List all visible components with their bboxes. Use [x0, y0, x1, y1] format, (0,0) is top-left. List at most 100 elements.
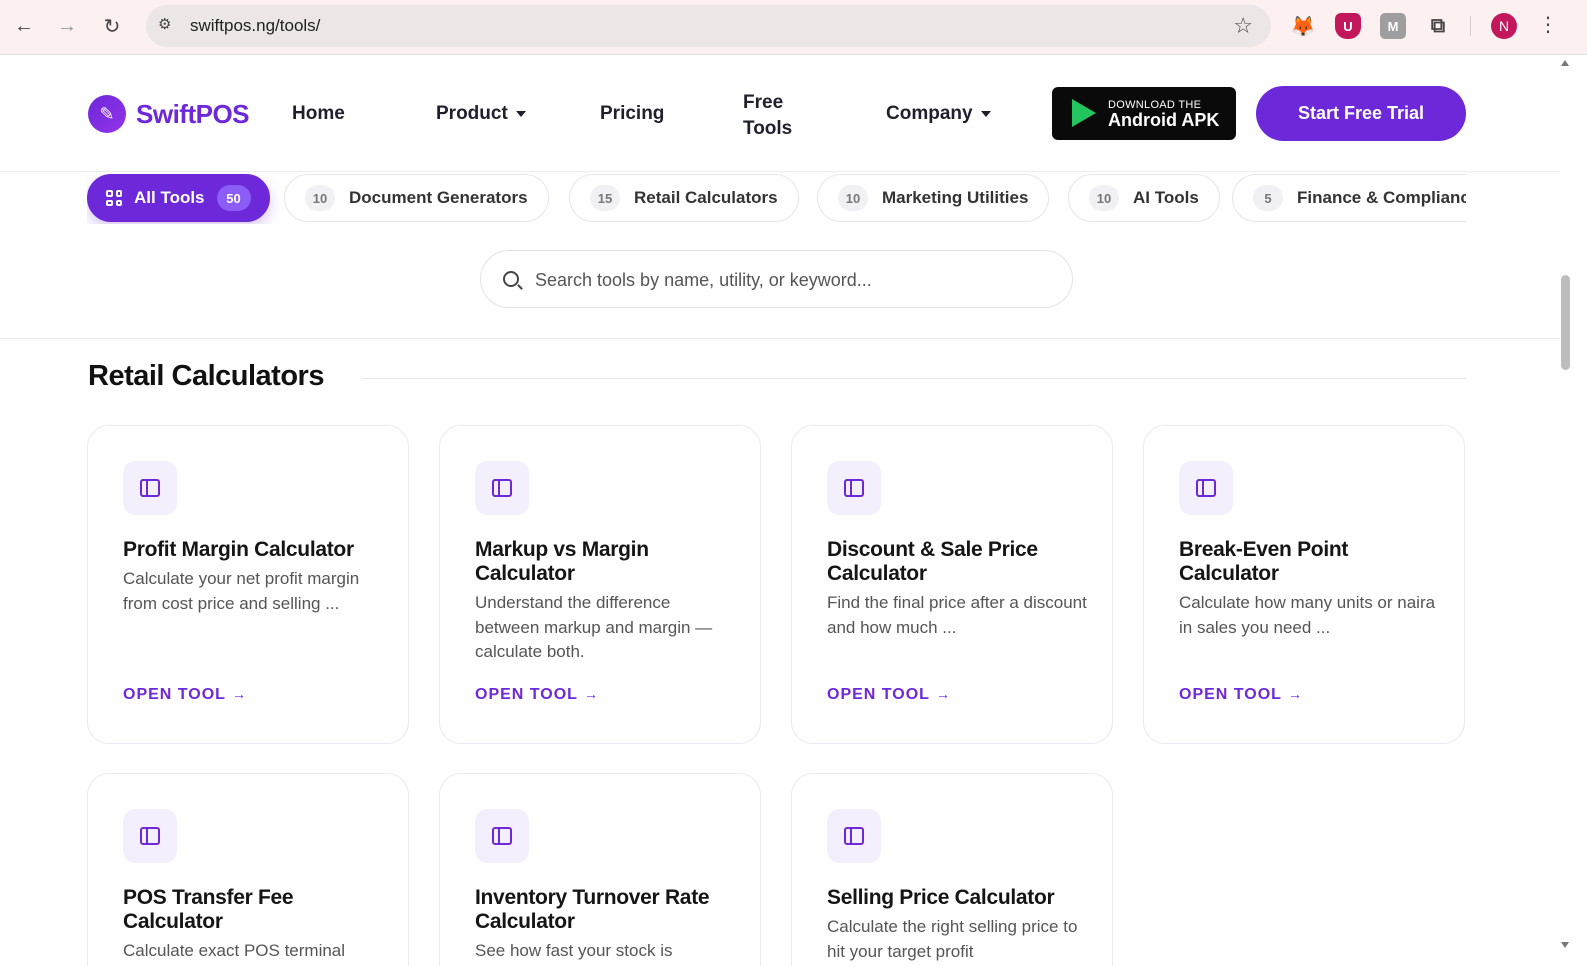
page-scrollbar[interactable]: [1560, 56, 1587, 966]
scrollbar-thumb[interactable]: [1561, 275, 1570, 370]
section-title: Retail Calculators: [88, 360, 324, 392]
filter-ai-tools[interactable]: 10 AI Tools: [1068, 174, 1220, 222]
open-tool-link[interactable]: OPEN TOOL →: [475, 686, 599, 704]
section-rule: [362, 378, 1466, 379]
tool-card[interactable]: Markup vs Margin Calculator Understand t…: [439, 425, 761, 744]
url-text[interactable]: swiftpos.ng/tools/: [190, 16, 320, 36]
tool-description: See how fast your stock is: [475, 941, 673, 960]
search-input[interactable]: [535, 265, 1055, 295]
filter-label: Document Generators: [349, 188, 528, 207]
filter-count: 10: [305, 185, 335, 211]
site-logo[interactable]: ✎ SwiftPOS: [88, 95, 250, 133]
tool-icon: [123, 809, 177, 863]
filter-count: 15: [590, 185, 620, 211]
back-arrow-icon[interactable]: ←: [9, 11, 39, 41]
tool-title: Selling Price Calculator: [827, 886, 1055, 909]
filter-retail-calculators[interactable]: 15 Retail Calculators: [569, 174, 799, 222]
m-extension-icon[interactable]: M: [1380, 13, 1406, 39]
sidebar-panel-icon: [140, 827, 160, 845]
category-filters: All Tools 50 10 Document Generators 15 R…: [87, 174, 1466, 224]
open-tool-label: OPEN TOOL: [1179, 686, 1282, 703]
tool-title: Break-Even Point Calculator: [1179, 538, 1349, 585]
open-tool-label: OPEN TOOL: [475, 686, 578, 703]
start-free-trial-button[interactable]: Start Free Trial: [1256, 86, 1466, 141]
tool-card[interactable]: Profit Margin Calculator Calculate your …: [87, 425, 409, 744]
filter-count: 10: [1089, 185, 1119, 211]
scroll-up-arrow-icon[interactable]: [1561, 60, 1569, 66]
nav-free-tools-line1: Free: [743, 92, 784, 113]
sidebar-panel-icon: [492, 827, 512, 845]
filter-count: 5: [1253, 185, 1283, 211]
filter-label: AI Tools: [1133, 188, 1199, 207]
tool-description: Calculate your net profit margin from co…: [123, 569, 360, 613]
filter-count: 50: [216, 185, 251, 211]
profile-avatar[interactable]: N: [1491, 13, 1517, 39]
nav-company-label: Company: [886, 103, 973, 124]
tool-card[interactable]: Inventory Turnover Rate Calculator See h…: [439, 773, 761, 966]
tool-title: POS Transfer Fee Calculator: [123, 886, 294, 933]
open-tool-link[interactable]: OPEN TOOL →: [827, 686, 951, 704]
sidebar-panel-icon: [492, 479, 512, 497]
nav-free-tools-line2: Tools: [743, 118, 793, 139]
header-divider: [0, 338, 1560, 339]
filter-marketing-utilities[interactable]: 10 Marketing Utilities: [817, 174, 1050, 222]
nav-company[interactable]: Company: [886, 103, 991, 125]
tool-description: Understand the difference between markup…: [475, 593, 713, 661]
filter-label: All Tools: [134, 188, 205, 207]
ublock-extension-icon[interactable]: U: [1335, 13, 1361, 39]
address-bar[interactable]: ⚙ swiftpos.ng/tools/ ☆: [146, 5, 1271, 47]
tool-card[interactable]: Break-Even Point Calculator Calculate ho…: [1143, 425, 1465, 744]
chevron-down-icon: [980, 110, 991, 117]
toolbar-separator: [1470, 16, 1471, 36]
tool-card[interactable]: POS Transfer Fee Calculator Calculate ex…: [87, 773, 409, 966]
tool-icon: [475, 461, 529, 515]
filter-label: Marketing Utilities: [882, 188, 1029, 207]
logo-text: SwiftPOS: [136, 98, 250, 129]
sidebar-panel-icon: [844, 827, 864, 845]
open-tool-link[interactable]: OPEN TOOL →: [123, 686, 247, 704]
site-info-icon[interactable]: ⚙: [158, 15, 180, 37]
sidebar-panel-icon: [844, 479, 864, 497]
puzzle-extensions-icon[interactable]: ⧉: [1425, 13, 1451, 39]
tool-description: Calculate the right selling price to hit…: [827, 917, 1078, 961]
apk-big-label: Android APK: [1108, 110, 1220, 130]
scroll-down-arrow-icon[interactable]: [1561, 942, 1569, 948]
google-play-icon: [1072, 99, 1096, 127]
grid-icon: [106, 190, 122, 206]
logo-mark-icon: ✎: [88, 95, 126, 133]
chevron-down-icon: [515, 110, 526, 117]
tool-card[interactable]: Discount & Sale Price Calculator Find th…: [791, 425, 1113, 744]
nav-home[interactable]: Home: [292, 103, 345, 125]
reload-icon[interactable]: ↻: [97, 11, 127, 41]
search-icon: [503, 271, 519, 287]
open-tool-label: OPEN TOOL: [827, 686, 930, 703]
tool-description: Calculate exact POS terminal: [123, 941, 346, 960]
filter-label: Retail Calculators: [634, 188, 778, 207]
sidebar-panel-icon: [140, 479, 160, 497]
filter-document-generators[interactable]: 10 Document Generators: [284, 174, 549, 222]
tool-card[interactable]: Selling Price Calculator Calculate the r…: [791, 773, 1113, 966]
tool-icon: [827, 809, 881, 863]
arrow-right-icon: →: [583, 686, 599, 702]
nav-free-tools[interactable]: Free Tools: [743, 90, 792, 142]
bookmark-star-icon[interactable]: ☆: [1233, 13, 1253, 39]
site-header: ✎ SwiftPOS Home Product Pricing Free Too…: [0, 56, 1560, 172]
download-apk-button[interactable]: DOWNLOAD THE Android APK: [1052, 87, 1236, 140]
fox-extension-icon[interactable]: 🦊: [1290, 13, 1316, 39]
tool-title: Discount & Sale Price Calculator: [827, 538, 1038, 585]
tool-icon: [827, 461, 881, 515]
browser-menu-icon[interactable]: ⋮: [1538, 12, 1558, 37]
nav-product-label: Product: [436, 103, 508, 124]
arrow-right-icon: →: [1287, 686, 1303, 702]
filter-label: Finance & Compliance: [1297, 188, 1466, 207]
nav-product[interactable]: Product: [436, 103, 526, 125]
sidebar-panel-icon: [1196, 479, 1216, 497]
tool-icon: [1179, 461, 1233, 515]
filter-all-tools[interactable]: All Tools 50: [87, 174, 270, 222]
open-tool-label: OPEN TOOL: [123, 686, 226, 703]
nav-pricing[interactable]: Pricing: [600, 103, 664, 125]
open-tool-link[interactable]: OPEN TOOL →: [1179, 686, 1303, 704]
forward-arrow-icon[interactable]: →: [52, 11, 82, 41]
tool-title: Profit Margin Calculator: [123, 538, 354, 561]
filter-finance-compliance[interactable]: 5 Finance & Compliance: [1232, 174, 1466, 222]
